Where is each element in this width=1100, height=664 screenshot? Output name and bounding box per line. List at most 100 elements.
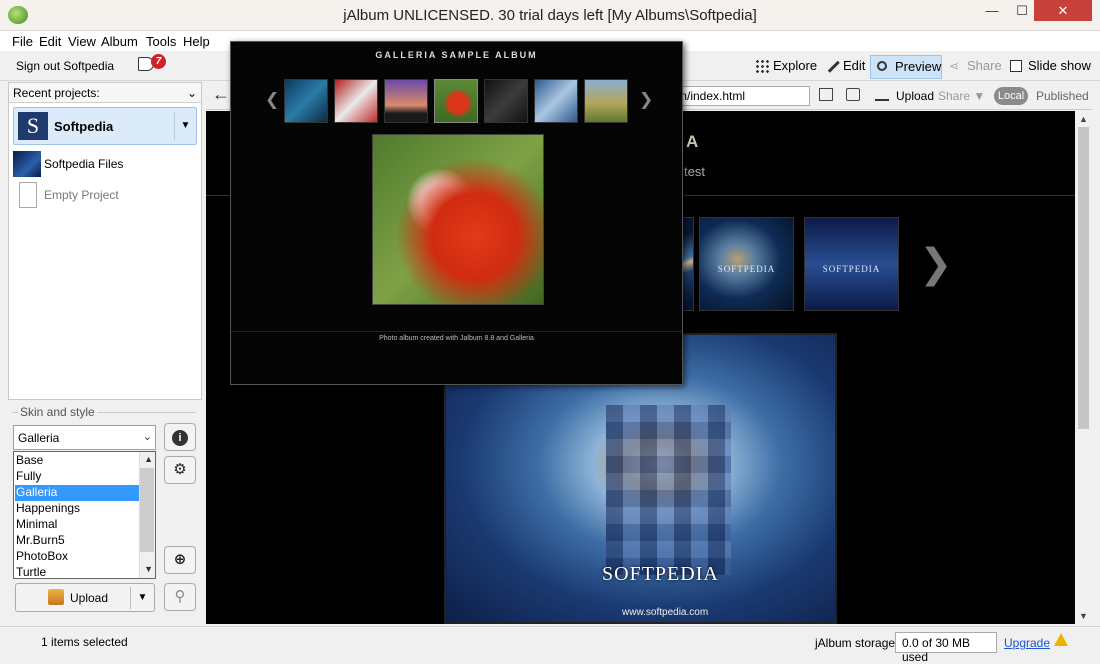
- thumbnail-selected[interactable]: [434, 79, 478, 123]
- skin-info-button[interactable]: i: [164, 423, 196, 451]
- back-arrow-icon[interactable]: ←: [212, 84, 230, 105]
- play-icon: [1010, 60, 1022, 72]
- current-project[interactable]: S Softpedia ▼: [13, 107, 197, 145]
- skin-options-list[interactable]: Base Fully Galleria Happenings Minimal M…: [13, 451, 156, 579]
- open-external-icon[interactable]: [819, 88, 833, 101]
- softpedia-watermark: SOFTPEDIA: [602, 563, 719, 585]
- pencil-icon: [824, 57, 840, 73]
- current-project-name: Softpedia: [54, 119, 114, 134]
- project-item[interactable]: Empty Project: [13, 180, 197, 210]
- scroll-up-icon[interactable]: ▲: [144, 454, 153, 464]
- prev-icon[interactable]: ❮: [265, 90, 279, 110]
- scrollbar-thumb[interactable]: [140, 468, 154, 552]
- edit-button[interactable]: Edit: [823, 55, 865, 79]
- thumbnail[interactable]: [584, 79, 628, 123]
- preview-button[interactable]: Preview: [870, 55, 942, 79]
- menu-file[interactable]: File: [12, 34, 33, 49]
- upload-icon: [48, 589, 64, 605]
- search-icon: ⚲: [174, 588, 186, 605]
- menu-help[interactable]: Help: [183, 34, 210, 49]
- thumbnail[interactable]: [284, 79, 328, 123]
- maximize-button[interactable]: ☐: [1008, 0, 1036, 21]
- window-title: jAlbum UNLICENSED. 30 trial days left [M…: [343, 7, 757, 24]
- skin-preview-popup: GALLERIA SAMPLE ALBUM ❮ ❯ Photo album cr…: [230, 41, 683, 385]
- share-button[interactable]: ⋖ Share: [947, 55, 1002, 79]
- album-subtitle: test: [684, 164, 705, 179]
- skin-option[interactable]: Mr.Burn5: [15, 533, 139, 549]
- preview-scrollbar[interactable]: ▲ ▼: [1075, 111, 1092, 624]
- scroll-down-icon[interactable]: ▼: [1079, 611, 1088, 621]
- title-bar: jAlbum UNLICENSED. 30 trial days left [M…: [0, 0, 1100, 31]
- explore-button[interactable]: Explore: [753, 55, 817, 79]
- selection-count: 1 items selected: [41, 635, 128, 649]
- skin-and-style-label: Skin and style: [18, 405, 97, 419]
- softpedia-logo: S: [18, 112, 48, 140]
- status-bar: 1 items selected jAlbum storage: 0.0 of …: [0, 626, 1100, 664]
- local-toggle[interactable]: Local: [994, 87, 1028, 105]
- next-icon[interactable]: ❯: [639, 90, 653, 110]
- scrollbar-thumb[interactable]: [1078, 127, 1089, 429]
- sign-out-link[interactable]: Sign out Softpedia: [16, 59, 114, 73]
- magnifier-icon: [877, 61, 887, 71]
- thumbnail[interactable]: SOFTPEDIA: [699, 217, 794, 311]
- scroll-up-icon[interactable]: ▲: [1079, 114, 1088, 124]
- scroll-down-icon[interactable]: ▼: [144, 564, 153, 574]
- skin-settings-button[interactable]: ⚙: [164, 456, 196, 484]
- info-icon: i: [172, 430, 188, 446]
- minimize-button[interactable]: —: [978, 0, 1006, 21]
- gear-icon: ⚙: [173, 461, 187, 478]
- menu-album[interactable]: Album: [101, 34, 138, 49]
- skin-select[interactable]: Galleria ⌄: [13, 425, 156, 450]
- published-toggle[interactable]: Published: [1036, 89, 1089, 103]
- softpedia-watermark-url: www.softpedia.com: [622, 607, 709, 618]
- upload-link[interactable]: Upload: [896, 89, 934, 103]
- document-icon: [19, 182, 37, 208]
- project-dropdown-button[interactable]: ▼: [174, 112, 196, 140]
- thumbnail[interactable]: [534, 79, 578, 123]
- upgrade-link[interactable]: Upgrade: [1004, 636, 1050, 650]
- skin-option[interactable]: Minimal: [15, 517, 139, 533]
- notification-badge: 7: [151, 54, 166, 69]
- projects-panel: Recent projects: ⌄ S Softpedia ▼ Softped…: [8, 82, 202, 400]
- album-title: A: [686, 132, 700, 151]
- menu-view[interactable]: View: [68, 34, 96, 49]
- skin-option[interactable]: Base: [15, 453, 139, 469]
- thumbnail[interactable]: [334, 79, 378, 123]
- zoom-in-button[interactable]: ⊕: [164, 546, 196, 574]
- chevron-down-icon: ⌄: [142, 431, 152, 443]
- thumbnail[interactable]: SOFTPEDIA: [804, 217, 899, 311]
- close-button[interactable]: ✕: [1034, 0, 1092, 21]
- share-dropdown[interactable]: Share ▼: [938, 89, 985, 103]
- storage-used: 0.0 of 30 MB used: [895, 632, 997, 664]
- folder-icon[interactable]: [846, 88, 860, 101]
- menu-tools[interactable]: Tools: [146, 34, 176, 49]
- skin-option[interactable]: Turtle: [15, 565, 139, 581]
- skin-option[interactable]: Fully: [15, 469, 139, 485]
- project-thumbnail: [13, 151, 41, 177]
- popup-divider: [231, 331, 682, 332]
- skin-option-selected[interactable]: Galleria: [15, 485, 139, 501]
- upload-dropdown-button[interactable]: ▼: [130, 587, 154, 609]
- slideshow-button[interactable]: Slide show: [1008, 55, 1091, 79]
- chevron-down-icon: ⌄: [186, 86, 197, 100]
- sample-thumbnail-strip: [284, 79, 630, 123]
- thumbnail[interactable]: [484, 79, 528, 123]
- storage-label: jAlbum storage:: [815, 636, 899, 650]
- skin-option[interactable]: PhotoBox: [15, 549, 139, 565]
- grid-icon: [755, 59, 769, 73]
- menu-edit[interactable]: Edit: [39, 34, 61, 49]
- recent-projects-header[interactable]: Recent projects: ⌄: [9, 83, 201, 103]
- image-pixel-pattern: [606, 405, 731, 575]
- upload-button[interactable]: Upload ▼: [15, 583, 155, 612]
- next-thumbnails-icon[interactable]: ❯: [919, 241, 953, 287]
- sample-album-title: GALLERIA SAMPLE ALBUM: [375, 50, 538, 60]
- url-field[interactable]: m/index.html: [672, 86, 810, 106]
- project-item[interactable]: Softpedia Files: [13, 149, 197, 179]
- warning-icon: [1054, 633, 1068, 646]
- share-icon: ⋖: [949, 59, 960, 73]
- zoom-in-icon: ⊕: [173, 551, 187, 568]
- search-button[interactable]: ⚲: [164, 583, 196, 611]
- thumbnail[interactable]: [384, 79, 428, 123]
- sample-main-image[interactable]: [372, 134, 544, 305]
- skin-option[interactable]: Happenings: [15, 501, 139, 517]
